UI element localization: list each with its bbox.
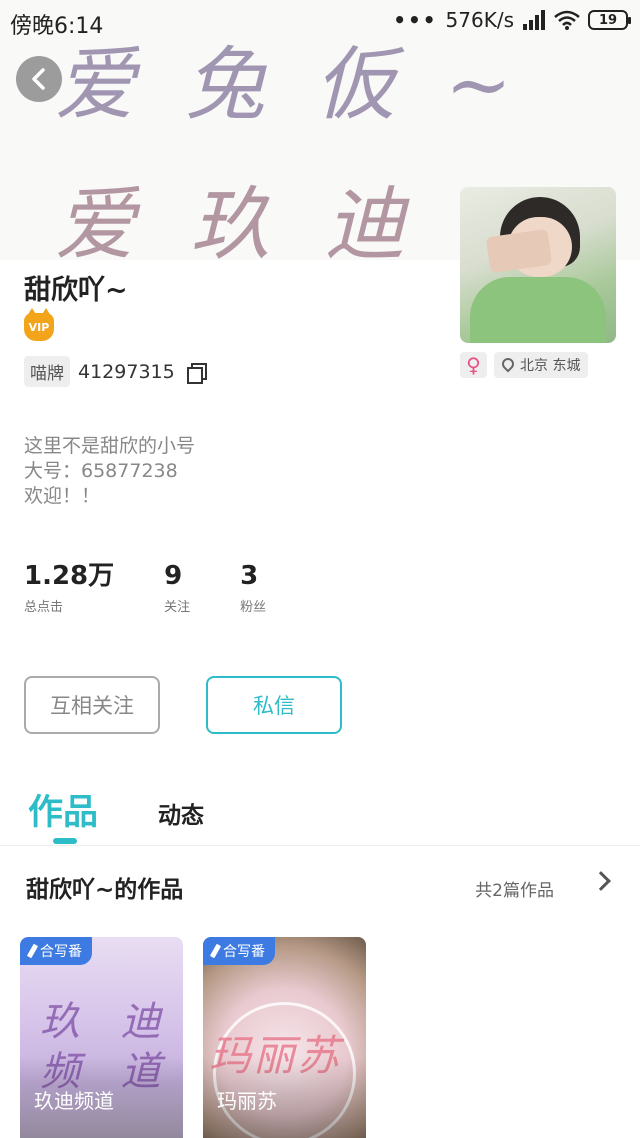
stat-value: 3 [240, 561, 259, 591]
status-network-speed: 576K/s [445, 8, 514, 32]
user-id-number: 41297315 [78, 360, 175, 383]
avatar[interactable] [460, 187, 616, 343]
signal-icon [522, 10, 546, 30]
chevron-right-icon [591, 871, 611, 891]
stat-label: 关注 [164, 600, 191, 615]
card-tag-label: 合写番 [40, 944, 82, 960]
chevron-left-icon [32, 68, 45, 90]
stat-clicks: 1.28万 总点击 [24, 560, 114, 615]
mutual-follow-button[interactable]: 互相关注 [24, 676, 160, 734]
battery-level: 19 [598, 12, 618, 28]
back-button[interactable] [16, 56, 62, 102]
status-more-dots: ••• [393, 8, 438, 32]
stat-label: 粉丝 [240, 600, 267, 615]
vip-label: VIP [28, 320, 50, 334]
work-card[interactable]: 合写番 玖 迪 频 道 玖迪频道 [20, 937, 183, 1138]
bio-line: 大号：65877238 [24, 460, 178, 482]
gender-symbol: ♀ [466, 353, 481, 377]
pen-icon [26, 943, 39, 959]
work-title: 玖迪频道 [34, 1089, 114, 1113]
location-pin-icon [502, 358, 514, 373]
wifi-icon [554, 10, 580, 30]
card-tag-label: 合写番 [223, 944, 265, 960]
tab-works[interactable]: 作品 [28, 784, 98, 835]
female-gender-icon: ♀ [460, 352, 487, 378]
works-section-title: 甜欣吖~的作品 [26, 877, 184, 903]
coauthor-tag: 合写番 [203, 937, 275, 965]
stat-label: 总点击 [24, 600, 64, 615]
stat-following[interactable]: 9 关注 [164, 560, 190, 615]
location-text: 北京 东城 [520, 358, 581, 374]
pen-icon [209, 943, 222, 959]
id-tag: 喵牌 [24, 356, 70, 387]
stat-value: 9 [164, 561, 183, 591]
user-id-row: 喵牌 41297315 [24, 356, 207, 387]
work-title: 玛丽苏 [217, 1089, 277, 1113]
header-calligraphy-line2: 爱玖迪 [55, 178, 460, 271]
bio-line: 这里不是甜欣的小号 [24, 435, 196, 457]
work-card[interactable]: 合写番 玛丽苏 玛丽苏 [203, 937, 366, 1138]
user-stats: 1.28万 总点击 9 关注 3 粉丝 [24, 560, 316, 615]
stat-fans[interactable]: 3 粉丝 [240, 560, 266, 615]
user-name: 甜欣吖~ [24, 275, 128, 306]
stat-value: 1.28万 [24, 561, 115, 591]
private-message-button[interactable]: 私信 [206, 676, 342, 734]
location-tag: 北京 东城 [494, 352, 589, 378]
works-count: 共2篇作品 [475, 881, 554, 901]
profile-tabs: 作品 动态 [0, 780, 640, 846]
status-time: 傍晚6:14 [10, 14, 104, 39]
tab-active-indicator [53, 838, 77, 844]
tab-activity[interactable]: 动态 [158, 796, 204, 830]
vip-badge[interactable]: VIP [24, 308, 54, 341]
status-indicators: ••• 576K/s 19 [393, 8, 631, 32]
status-bar: 傍晚6:14 ••• 576K/s 19 [0, 0, 640, 40]
copy-icon[interactable] [186, 362, 207, 384]
avatar-figure-body [470, 277, 606, 343]
bio-line: 欢迎！！ [24, 485, 101, 507]
battery-icon: 19 [588, 10, 631, 30]
coauthor-tag: 合写番 [20, 937, 92, 965]
works-section-header[interactable]: 甜欣吖~的作品 共2篇作品 [0, 856, 640, 916]
user-bio: 这里不是甜欣的小号 大号：65877238 欢迎！！ [24, 434, 195, 509]
